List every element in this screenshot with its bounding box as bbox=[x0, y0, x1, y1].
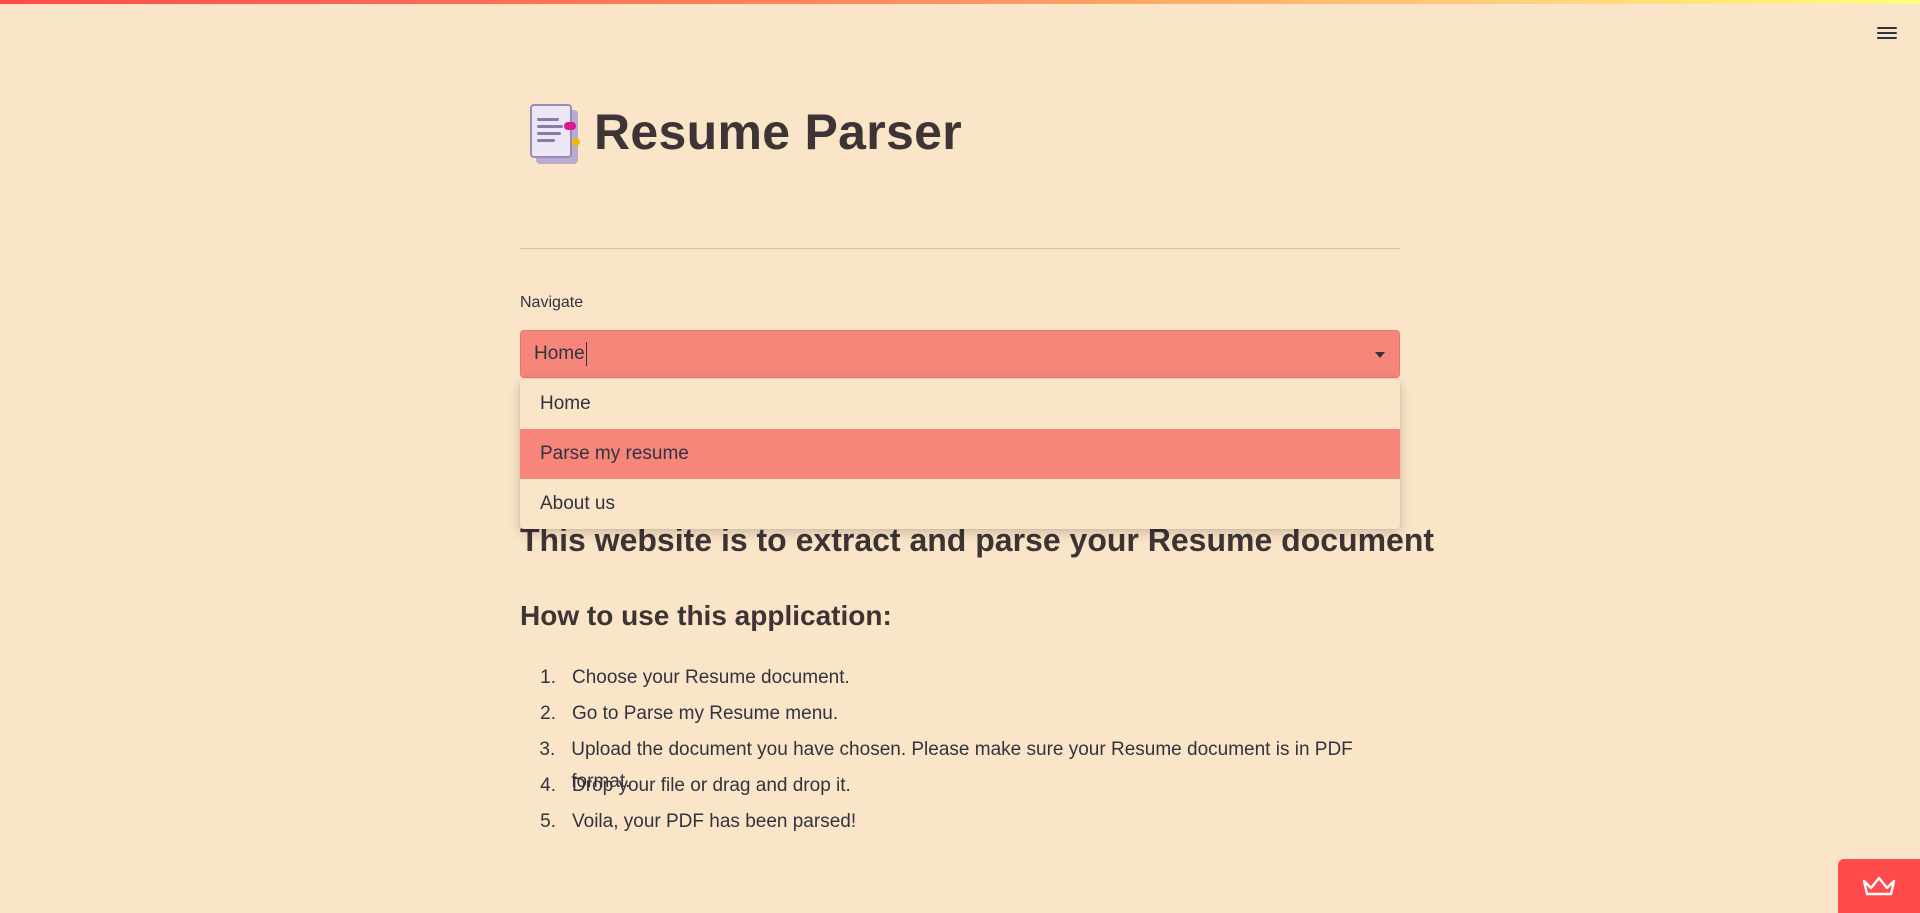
hamburger-menu-icon bbox=[1877, 27, 1897, 29]
list-item: 1. Choose your Resume document. bbox=[540, 667, 850, 688]
list-item: 2. Go to Parse my Resume menu. bbox=[540, 703, 839, 724]
main-menu-button[interactable] bbox=[1872, 20, 1902, 46]
navigate-dropdown-menu: Home Parse my resume About us bbox=[520, 379, 1400, 529]
navigate-select-value: Home bbox=[534, 343, 585, 364]
title-row: Resume Parser bbox=[528, 100, 962, 164]
chevron-down-icon[interactable] bbox=[1375, 352, 1385, 358]
option-parse-my-resume[interactable]: Parse my resume bbox=[520, 429, 1400, 479]
page-title: Resume Parser bbox=[594, 104, 963, 160]
navigate-select[interactable]: Home bbox=[520, 330, 1400, 378]
list-item: 4. Drop your file or drag and drop it. bbox=[540, 775, 851, 796]
crown-icon bbox=[1862, 876, 1896, 896]
option-home[interactable]: Home bbox=[520, 379, 1400, 429]
steps-list: 1. Choose your Resume document. 2. Go to P… bbox=[520, 662, 1400, 842]
top-decoration-stripe bbox=[0, 0, 1920, 4]
list-item: 5. Voila, your PDF has been parsed! bbox=[540, 811, 857, 832]
subheading: How to use this application: bbox=[520, 600, 892, 631]
streamlit-badge[interactable] bbox=[1838, 859, 1920, 913]
option-about-us[interactable]: About us bbox=[520, 479, 1400, 529]
document-icon bbox=[528, 100, 588, 164]
navigate-label: Navigate bbox=[520, 294, 584, 311]
list-item: 3. Upload the document you have chosen. P… bbox=[539, 739, 1353, 792]
divider bbox=[520, 248, 1400, 249]
text-cursor bbox=[585, 342, 587, 366]
